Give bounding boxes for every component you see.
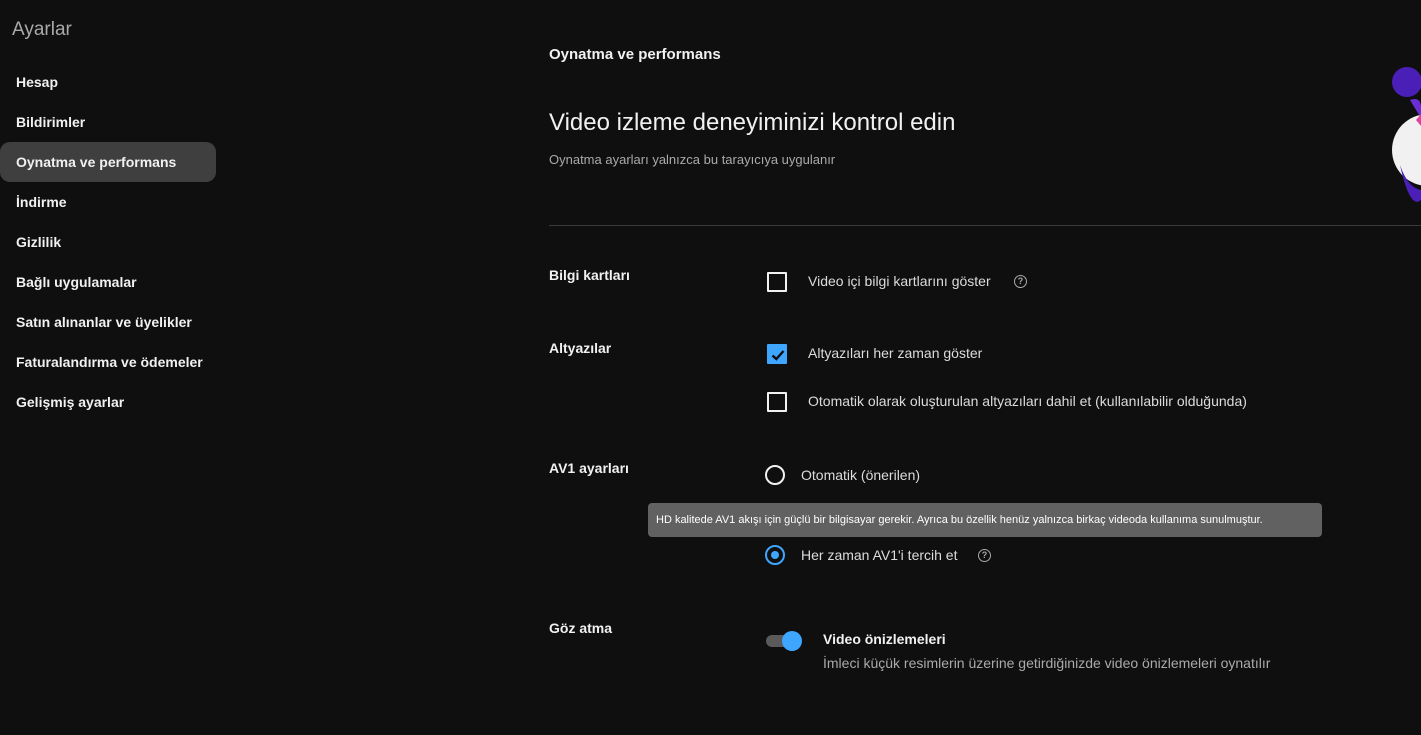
page-heading: Video izleme deneyiminizi kontrol edin xyxy=(549,109,956,136)
settings-main: Oynatma ve performans Video izleme deney… xyxy=(549,0,1421,735)
sidebar-item-gelismis-ayarlar[interactable]: Gelişmiş ayarlar xyxy=(0,382,216,422)
sidebar-item-satin-alinanlar[interactable]: Satın alınanlar ve üyelikler xyxy=(0,302,216,342)
sidebar-item-faturalandirma[interactable]: Faturalandırma ve ödemeler xyxy=(0,342,216,382)
help-icon[interactable]: ? xyxy=(978,549,991,562)
sidebar-item-bagli-uygulamalar[interactable]: Bağlı uygulamalar xyxy=(0,262,216,302)
toggle-thumb xyxy=(782,631,802,651)
decorative-illustration xyxy=(1380,60,1421,210)
captions-auto-label: Otomatik olarak oluşturulan altyazıları … xyxy=(808,393,1247,409)
sidebar: Ayarlar Hesap Bildirimler Oynatma ve per… xyxy=(0,0,230,735)
peek-label: Göz atma xyxy=(549,620,613,636)
captions-always-checkbox[interactable] xyxy=(767,344,787,364)
av1-prefer-label: Her zaman AV1'i tercih et xyxy=(801,547,958,563)
sidebar-item-bildirimler[interactable]: Bildirimler xyxy=(0,102,216,142)
section-label: Oynatma ve performans xyxy=(549,46,721,63)
captions-always-label: Altyazıları her zaman göster xyxy=(808,345,983,361)
sidebar-title: Ayarlar xyxy=(12,19,72,40)
av1-auto-radio[interactable] xyxy=(765,465,785,485)
section-divider xyxy=(549,225,1421,226)
sidebar-item-oynatma-ve-performans[interactable]: Oynatma ve performans xyxy=(0,142,216,182)
info-cards-checkbox[interactable] xyxy=(767,272,787,292)
video-previews-title: Video önizlemeleri xyxy=(823,631,946,647)
av1-tooltip: HD kalitede AV1 akışı için güçlü bir bil… xyxy=(648,503,1322,537)
sidebar-item-gizlilik[interactable]: Gizlilik xyxy=(0,222,216,262)
sidebar-item-hesap[interactable]: Hesap xyxy=(0,62,216,102)
captions-auto-checkbox[interactable] xyxy=(767,392,787,412)
av1-label: AV1 ayarları xyxy=(549,460,629,476)
av1-prefer-radio[interactable] xyxy=(765,545,785,565)
info-cards-label: Bilgi kartları xyxy=(549,267,630,283)
video-previews-toggle[interactable] xyxy=(766,630,802,652)
captions-label: Altyazılar xyxy=(549,340,612,356)
info-cards-option-label: Video içi bilgi kartlarını göster xyxy=(808,273,991,289)
video-previews-description: İmleci küçük resimlerin üzerine getirdiğ… xyxy=(823,655,1271,671)
help-icon[interactable]: ? xyxy=(1014,275,1027,288)
checkmark-icon xyxy=(771,350,785,361)
sidebar-item-indirme[interactable]: İndirme xyxy=(0,182,216,222)
page-subheading: Oynatma ayarları yalnızca bu tarayıcıya … xyxy=(549,152,836,167)
sidebar-nav: Hesap Bildirimler Oynatma ve performans … xyxy=(0,62,216,422)
av1-auto-label: Otomatik (önerilen) xyxy=(801,467,921,483)
